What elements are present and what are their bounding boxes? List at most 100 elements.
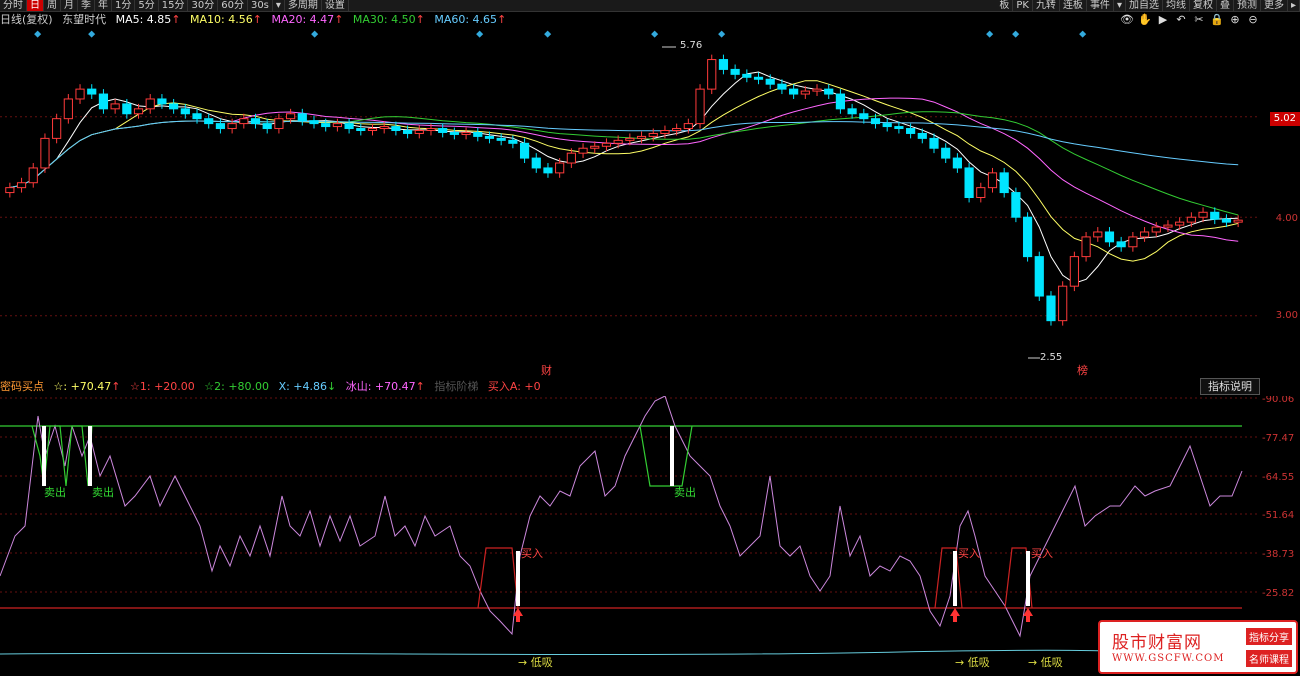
period-tab[interactable]: 周 bbox=[44, 0, 61, 11]
play-icon[interactable]: ▶ bbox=[1156, 13, 1170, 27]
candle-body bbox=[426, 128, 436, 131]
signal-diamond bbox=[986, 30, 994, 38]
tool-tab[interactable]: 预测 bbox=[1234, 0, 1261, 11]
candle-body bbox=[894, 126, 904, 130]
high-annotation: 5.76 bbox=[680, 40, 703, 51]
candle-body bbox=[215, 123, 226, 130]
period-tab[interactable]: 设置 bbox=[322, 0, 349, 11]
candle-body bbox=[157, 98, 167, 105]
plus-icon[interactable]: ⊕ bbox=[1228, 13, 1242, 27]
tool-tab[interactable]: ▸ bbox=[1288, 0, 1300, 11]
hand-icon[interactable]: ✋ bbox=[1138, 13, 1152, 27]
ma30-label: MA30: 4.50 bbox=[352, 13, 416, 26]
period-tab[interactable]: 30s bbox=[248, 0, 273, 11]
candle-body bbox=[812, 88, 822, 92]
candle-body bbox=[262, 123, 272, 130]
candle-body bbox=[555, 162, 565, 174]
candle-body bbox=[1151, 226, 1161, 233]
tool-tab[interactable]: 加自选 bbox=[1126, 0, 1163, 11]
signal-diamond bbox=[651, 30, 659, 38]
candle-body bbox=[332, 123, 342, 128]
tool-tab[interactable]: PK bbox=[1013, 0, 1033, 11]
candle-body bbox=[929, 137, 939, 149]
buy-signal-label: 买入 bbox=[958, 547, 980, 560]
candle-body bbox=[941, 147, 951, 159]
period-toolbar: 分时日周月季年 1分 5分 15分 30分 60分 30s ▾ 多周期 设置 板 PK 九转 连板 事件 ▾… bbox=[0, 0, 1300, 12]
candle-body bbox=[625, 137, 635, 141]
candle-body bbox=[169, 103, 179, 110]
tool-tab[interactable]: ▾ bbox=[1114, 0, 1126, 11]
candle-body bbox=[590, 145, 600, 149]
candle-body bbox=[987, 172, 998, 189]
stock-name: 东望时代 bbox=[62, 13, 107, 26]
signal-diamond bbox=[34, 30, 42, 38]
candle-body bbox=[1128, 236, 1138, 248]
candlestick-chart[interactable] bbox=[0, 30, 1260, 375]
period-tab[interactable]: 年 bbox=[95, 0, 112, 11]
candle-body bbox=[1221, 218, 1232, 223]
tool-tab[interactable]: 事件 bbox=[1087, 0, 1114, 11]
ice-arrow: ↑ bbox=[415, 380, 425, 393]
period-tab[interactable]: 季 bbox=[78, 0, 95, 11]
tool-tab[interactable]: 板 bbox=[996, 0, 1014, 11]
finance-marker[interactable]: 财 bbox=[541, 362, 552, 378]
baseline-curve bbox=[0, 649, 1243, 656]
tool-tab[interactable]: 叠 bbox=[1217, 0, 1234, 11]
signal-diamond bbox=[1012, 30, 1020, 38]
tool-tab[interactable]: 更多 bbox=[1261, 0, 1288, 11]
period-tab[interactable]: 60分 bbox=[218, 0, 248, 11]
tool-tab[interactable]: 九转 bbox=[1033, 0, 1060, 11]
candle-body bbox=[508, 139, 518, 144]
price-axis-4: 4.00 bbox=[1275, 213, 1298, 224]
rank-marker[interactable]: 榜 bbox=[1077, 362, 1088, 378]
ma10-label: MA10: 4.56 bbox=[190, 13, 253, 26]
low-buy-label: → 低吸 bbox=[955, 656, 990, 669]
candle-body bbox=[180, 108, 190, 115]
candle-body bbox=[16, 182, 27, 189]
candle-body bbox=[274, 118, 284, 130]
period-tab[interactable]: 30分 bbox=[188, 0, 219, 11]
period-tab[interactable]: 15分 bbox=[159, 0, 189, 11]
chart-type-label[interactable]: 日线(复权) bbox=[0, 13, 53, 26]
candle-body bbox=[835, 93, 846, 110]
period-tab[interactable]: 月 bbox=[61, 0, 78, 11]
period-tab[interactable]: 5分 bbox=[135, 0, 159, 11]
tool-tab[interactable]: 连板 bbox=[1060, 0, 1087, 11]
period-tabs: 分时日周月季年 1分 5分 15分 30分 60分 30s ▾ 多周期 设置 bbox=[0, 0, 349, 11]
candle-body bbox=[730, 68, 740, 75]
candle-body bbox=[999, 172, 1009, 194]
minus-icon[interactable]: ⊖ bbox=[1246, 13, 1260, 27]
buy-signal-label: 买入 bbox=[1031, 547, 1053, 560]
indicator-legend: 密码买点 ☆: +70.47↑ ☆1: +20.00 ☆2: +80.00 X:… bbox=[0, 379, 547, 395]
scissors-icon[interactable]: ✂ bbox=[1192, 13, 1206, 27]
period-tab[interactable]: 多周期 bbox=[285, 0, 322, 11]
period-tab[interactable]: ▾ bbox=[273, 0, 285, 11]
candle-body bbox=[1034, 256, 1044, 297]
signal-bar bbox=[516, 551, 520, 606]
undo-icon[interactable]: ↶ bbox=[1174, 13, 1188, 27]
candle-body bbox=[859, 113, 869, 120]
candle-body bbox=[718, 59, 729, 70]
signal-diamond bbox=[476, 30, 484, 38]
tool-tab[interactable]: 均线 bbox=[1163, 0, 1190, 11]
period-tab[interactable]: 1分 bbox=[112, 0, 136, 11]
tool-tab[interactable]: 复权 bbox=[1190, 0, 1217, 11]
x-value: X: +4.86 bbox=[278, 380, 328, 393]
buy-arrow-icon bbox=[950, 608, 960, 622]
candle-body bbox=[473, 131, 483, 137]
candle-body bbox=[648, 132, 658, 137]
candle-body bbox=[496, 137, 506, 141]
candle-body bbox=[1069, 256, 1079, 287]
candle-body bbox=[1186, 216, 1196, 223]
candle-body bbox=[367, 128, 378, 131]
eye-icon[interactable]: 👁 bbox=[1120, 13, 1134, 27]
indicator-help-button[interactable]: 指标说明 bbox=[1200, 378, 1260, 395]
period-tab[interactable]: 日 bbox=[27, 0, 44, 11]
candle-body bbox=[1198, 211, 1208, 218]
ma10-arrow: ↑ bbox=[252, 13, 262, 26]
price-axis-3: 3.00 bbox=[1275, 310, 1298, 321]
period-tab[interactable]: 分时 bbox=[0, 0, 27, 11]
star-arrow: ↑ bbox=[111, 380, 121, 393]
indicator-name[interactable]: 密码买点 bbox=[0, 380, 44, 393]
lock-icon[interactable]: 🔒 bbox=[1210, 13, 1224, 27]
